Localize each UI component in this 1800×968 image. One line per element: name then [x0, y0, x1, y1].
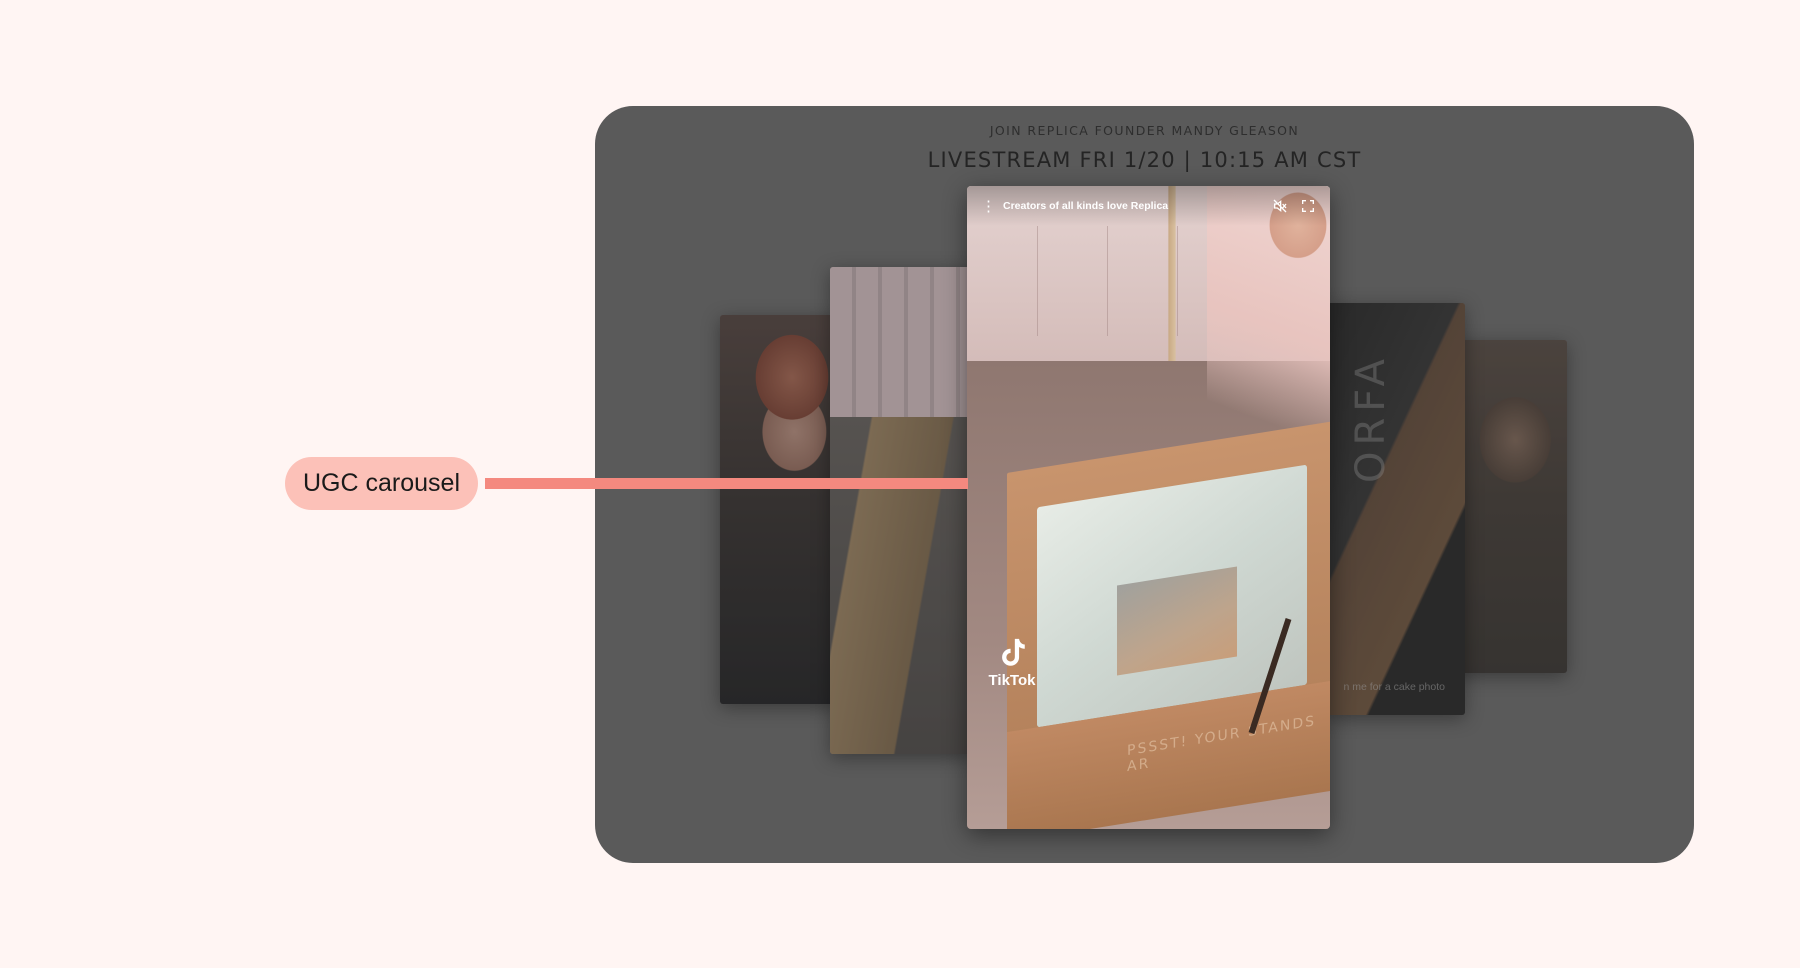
video-title: Creators of all kinds love Replica: [1003, 200, 1169, 212]
more-vertical-icon[interactable]: ⋮: [981, 199, 996, 214]
video-top-bar: ⋮ Creators of all kinds love Replica: [967, 186, 1330, 226]
page: UGC carousel JOIN REPLICA FOUNDER MANDY …: [0, 0, 1800, 968]
ugc-carousel-callout: UGC carousel: [285, 457, 478, 510]
promo-eyebrow: JOIN REPLICA FOUNDER MANDY GLEASON: [989, 123, 1300, 138]
fullscreen-icon[interactable]: [1300, 198, 1316, 214]
tiktok-wordmark: TikTok: [988, 672, 1036, 689]
tiktok-logo[interactable]: TikTok: [984, 636, 1040, 690]
callout-label: UGC carousel: [303, 469, 460, 497]
carousel-active-video[interactable]: PSSST! YOUR STANDS AR ⋮ Creators of all …: [967, 186, 1330, 829]
carousel-card-5[interactable]: [1452, 340, 1567, 673]
volume-muted-icon[interactable]: [1272, 198, 1288, 214]
carousel-card-1[interactable]: [720, 315, 840, 704]
promo-headline: LIVESTREAM FRI 1/20 | 10:15 AM CST: [927, 148, 1362, 172]
box-print-text: PSSST! YOUR STANDS AR: [1127, 713, 1317, 776]
tiktok-logo-icon: [1002, 638, 1025, 666]
callout-connector-line: [485, 478, 968, 489]
carousel-card-4[interactable]: ORFA n me for a cake photo: [1325, 303, 1465, 715]
carousel-card-2[interactable]: [830, 267, 975, 754]
